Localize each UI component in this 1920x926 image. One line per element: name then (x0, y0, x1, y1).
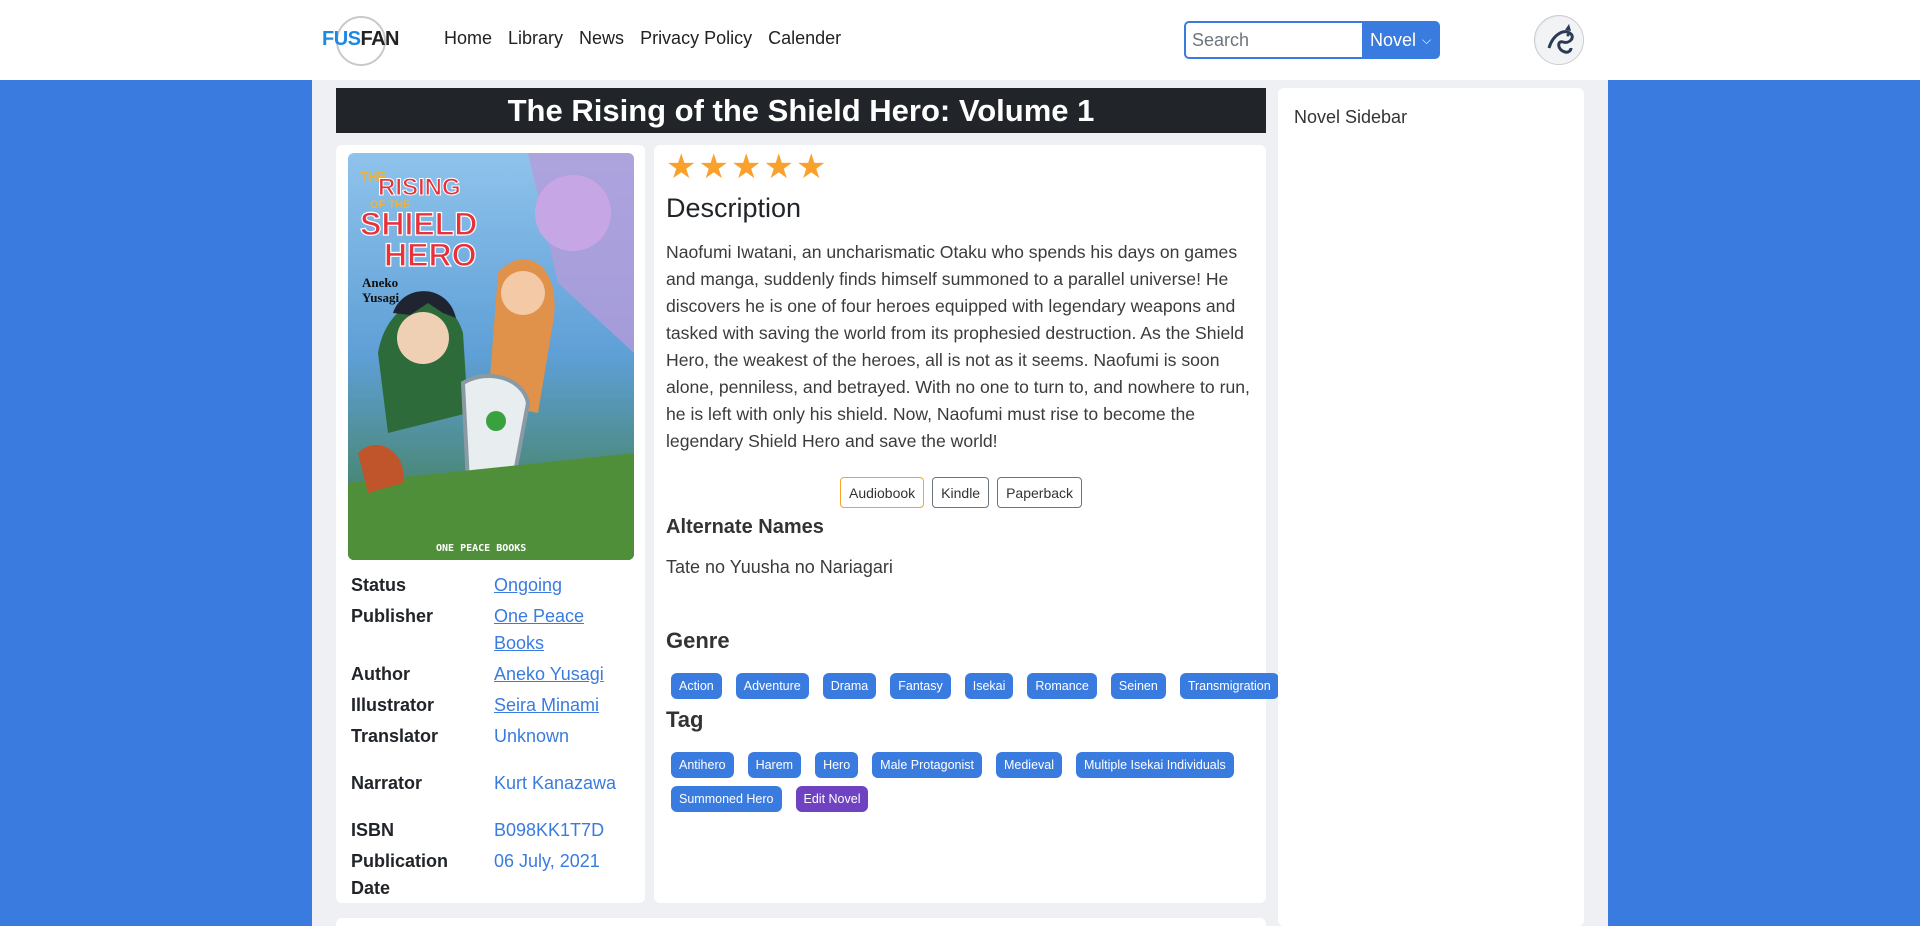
description-text: Naofumi Iwatani, an uncharismatic Otaku … (666, 242, 1250, 451)
format-paperback-button[interactable]: Paperback (997, 477, 1083, 508)
format-buttons: Audiobook Kindle Paperback (840, 477, 1083, 508)
publisher-label: Publisher (351, 606, 434, 626)
tag-pill[interactable]: Male Protagonist (872, 752, 982, 778)
info-row-translator: Translator Unknown (351, 723, 636, 750)
page-title: The Rising of the Shield Hero: Volume 1 (336, 88, 1266, 133)
genre-pill[interactable]: Adventure (735, 673, 809, 699)
edit-novel-button[interactable]: Edit Novel (795, 786, 869, 812)
svg-text:Aneko: Aneko (362, 275, 398, 290)
author-link[interactable]: Aneko Yusagi (494, 664, 604, 684)
search-group: Novel ⌵ (1184, 21, 1440, 59)
tag-pill[interactable]: Antihero (671, 752, 734, 778)
tag-pill[interactable]: Summoned Hero (671, 786, 782, 812)
sidebar-title: Novel Sidebar (1294, 107, 1408, 127)
info-row-publication-date: Publication Date 06 July, 2021 (351, 848, 636, 902)
status-label: Status (351, 575, 407, 595)
svg-text:HERO: HERO (384, 237, 476, 273)
cover-image: THE RISING OF THE SHIELD HERO Aneko Yusa… (348, 153, 634, 560)
rating-stars: ★ ★ ★ ★ ★ (666, 150, 826, 184)
nav-home[interactable]: Home (444, 28, 492, 49)
tag-pill[interactable]: Hero (815, 752, 859, 778)
book-cover-illustration: THE RISING OF THE SHIELD HERO Aneko Yusa… (348, 153, 634, 560)
genre-list: Action Adventure Drama Fantasy Isekai Ro… (671, 673, 1279, 699)
info-row-isbn: ISBN B098KK1T7D (351, 817, 636, 844)
narrator-value: Kurt Kanazawa (494, 773, 617, 793)
info-row-narrator: Narrator Kurt Kanazawa (351, 770, 636, 797)
main-nav: Home Library News Privacy Policy Calende… (444, 28, 841, 49)
search-input[interactable] (1184, 21, 1362, 59)
genre-pill[interactable]: Seinen (1110, 673, 1166, 699)
tag-list-row-2: Summoned Hero Edit Novel (671, 786, 869, 812)
novel-info-table: Status Ongoing Publisher One Peace Books … (351, 572, 636, 902)
chevron-down-icon: ⌵ (1422, 32, 1432, 47)
status-link[interactable]: Ongoing (494, 575, 562, 595)
tag-pill[interactable]: Medieval (995, 752, 1063, 778)
illustrator-link[interactable]: Seira Minami (494, 695, 599, 715)
isbn-value: B098KK1T7D (494, 820, 605, 840)
next-section-card (336, 918, 1266, 926)
translator-label: Translator (351, 726, 439, 746)
genre-pill[interactable]: Action (671, 673, 722, 699)
tag-list: Antihero Harem Hero Male Protagonist Med… (671, 752, 1234, 778)
tag-pill[interactable]: Multiple Isekai Individuals (1076, 752, 1234, 778)
svg-text:ONE PEACE BOOKS: ONE PEACE BOOKS (436, 543, 526, 554)
nav-news[interactable]: News (579, 28, 624, 49)
nav-privacy-policy[interactable]: Privacy Policy (640, 28, 752, 49)
publication-date-label: Publication Date (351, 851, 449, 898)
genre-pill[interactable]: Transmigration (1179, 673, 1279, 699)
alternate-names-heading: Alternate Names (666, 516, 824, 538)
format-audiobook-button[interactable]: Audiobook (840, 477, 925, 508)
logo-text: FUSFAN (322, 28, 399, 50)
star-icon: ★ (763, 148, 794, 186)
format-kindle-button[interactable]: Kindle (932, 477, 990, 508)
svg-text:Yusagi: Yusagi (362, 290, 399, 305)
search-type-label: Novel (1370, 29, 1417, 50)
dragon-avatar-icon (1536, 17, 1583, 64)
genre-pill[interactable]: Fantasy (890, 673, 951, 699)
publisher-link[interactable]: One Peace Books (494, 606, 584, 653)
info-row-publisher: Publisher One Peace Books (351, 603, 636, 657)
top-navbar: FUSFAN Home Library News Privacy Policy … (0, 0, 1920, 80)
genre-pill[interactable]: Romance (1027, 673, 1097, 699)
translator-value: Unknown (494, 726, 570, 746)
info-row-status: Status Ongoing (351, 572, 636, 599)
isbn-label: ISBN (351, 820, 395, 840)
description-heading: Description (666, 193, 802, 223)
nav-calender[interactable]: Calender (768, 28, 841, 49)
genre-heading: Genre (666, 628, 730, 653)
site-logo[interactable]: FUSFAN (322, 14, 399, 66)
genre-pill[interactable]: Isekai (964, 673, 1014, 699)
author-label: Author (351, 664, 410, 684)
star-icon: ★ (666, 148, 697, 186)
info-row-illustrator: Illustrator Seira Minami (351, 692, 636, 719)
genre-pill[interactable]: Drama (822, 673, 877, 699)
star-icon: ★ (730, 148, 762, 186)
tag-pill[interactable]: Harem (747, 752, 802, 778)
alternate-name: Tate no Yuusha no Nariagari (666, 557, 893, 577)
star-icon: ★ (698, 148, 729, 186)
user-avatar[interactable] (1534, 15, 1584, 65)
publication-date-value: 06 July, 2021 (494, 851, 600, 871)
illustrator-label: Illustrator (351, 695, 435, 715)
info-row-author: Author Aneko Yusagi (351, 661, 636, 688)
novel-sidebar (1278, 88, 1584, 926)
svg-text:RISING: RISING (378, 174, 461, 201)
nav-library[interactable]: Library (508, 28, 563, 49)
star-icon: ★ (795, 148, 827, 186)
search-type-select[interactable]: Novel ⌵ (1362, 21, 1440, 59)
tag-heading: Tag (666, 707, 704, 732)
narrator-label: Narrator (351, 773, 423, 793)
